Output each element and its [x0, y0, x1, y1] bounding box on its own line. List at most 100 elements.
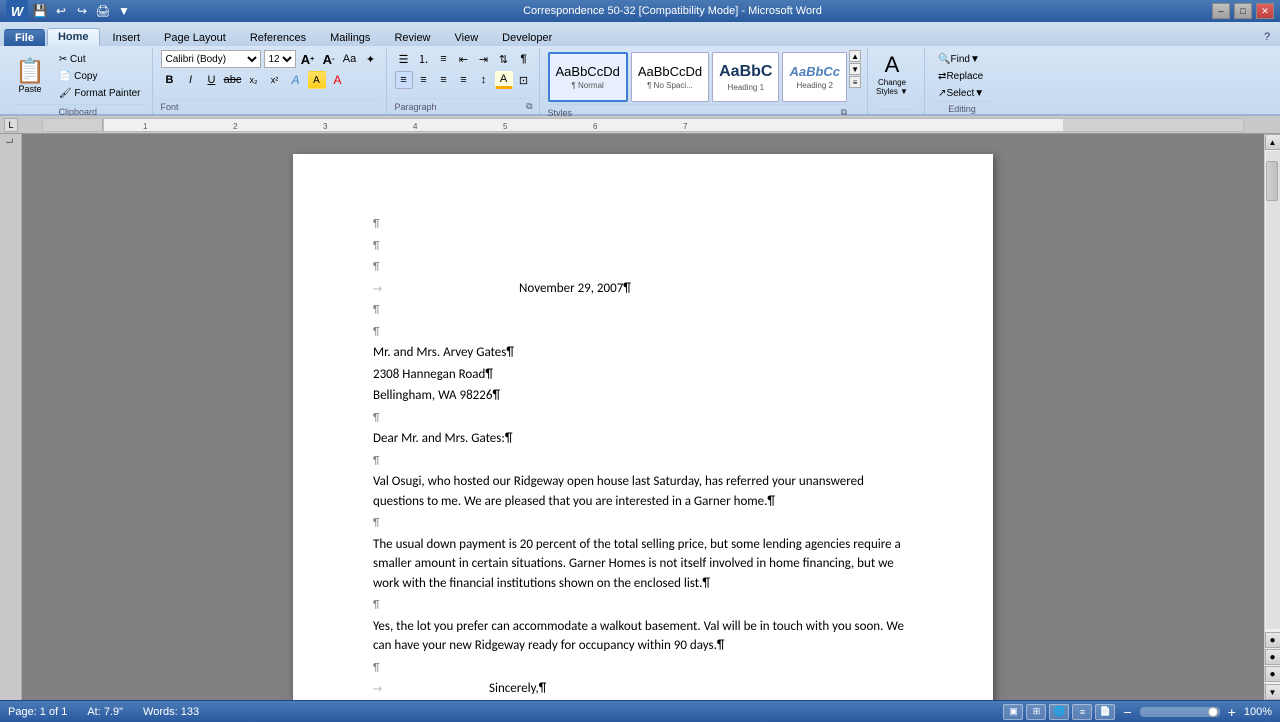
tab-developer[interactable]: Developer	[491, 29, 563, 46]
minimize-button[interactable]: –	[1212, 3, 1230, 19]
address-line-1[interactable]: Mr. and Mrs. Arvey Gates¶	[373, 343, 913, 363]
styles-scroll-up[interactable]: ▲	[849, 50, 861, 62]
closing-line[interactable]: → Sincerely,¶	[373, 679, 913, 699]
zoom-minus[interactable]: −	[1123, 704, 1131, 720]
body-para-1[interactable]: Val Osugi, who hosted our Ridgeway open …	[373, 472, 913, 511]
scroll-down-arrow[interactable]: ▼	[1265, 684, 1280, 700]
window-controls[interactable]: – □ ✕	[1212, 3, 1274, 19]
show-hide-marks-button[interactable]: ¶	[515, 50, 533, 68]
zoom-plus[interactable]: +	[1228, 704, 1236, 720]
zoom-slider[interactable]	[1140, 707, 1220, 717]
select-button[interactable]: ↗ Select ▼	[933, 86, 989, 101]
text-effects-button[interactable]: A	[287, 71, 305, 89]
superscript-button[interactable]: x²	[266, 71, 284, 89]
tab-home[interactable]: Home	[47, 28, 100, 46]
scroll-up-arrow[interactable]: ▲	[1265, 134, 1280, 150]
font-name-select[interactable]: Calibri (Body)	[161, 50, 261, 68]
styles-more[interactable]: ≡	[849, 76, 861, 88]
copy-button[interactable]: 📄 Copy	[54, 69, 146, 84]
scroll-thumb[interactable]	[1266, 161, 1278, 201]
document-scroll-area[interactable]: ¶ ¶ ¶ → November 29, 2007¶ ¶ ¶ Mr. and M…	[22, 134, 1264, 700]
page-up-button[interactable]: ●	[1265, 632, 1280, 648]
redo-button[interactable]: ↪	[73, 2, 91, 20]
paragraph-dialog-launcher[interactable]: ⧉	[526, 101, 532, 112]
print-button[interactable]: 🖨	[94, 2, 112, 20]
address-line-2[interactable]: 2308 Hannegan Road¶	[373, 365, 913, 385]
tab-file[interactable]: File	[4, 29, 45, 46]
increase-indent-button[interactable]: ⇥	[475, 50, 493, 68]
bullets-button[interactable]: ☰	[395, 50, 413, 68]
scroll-track[interactable]	[1266, 151, 1280, 629]
find-button[interactable]: 🔍 Find ▼	[933, 52, 989, 67]
undo-button[interactable]: ↩	[52, 2, 70, 20]
help-button[interactable]: ?	[1258, 28, 1276, 46]
document-page[interactable]: ¶ ¶ ¶ → November 29, 2007¶ ¶ ¶ Mr. and M…	[293, 154, 993, 700]
ruler-toggle[interactable]: L	[4, 118, 18, 132]
styles-scroll-down[interactable]: ▼	[849, 63, 861, 75]
style-no-spacing[interactable]: AaBbCcDd ¶ No Spaci...	[631, 52, 709, 102]
tab-references[interactable]: References	[239, 29, 317, 46]
justify-button[interactable]: ≡	[455, 71, 473, 89]
quick-access-toolbar[interactable]: W 💾 ↩ ↪ 🖨 ▼	[6, 0, 133, 22]
font-color-button[interactable]: A	[329, 71, 347, 89]
align-center-button[interactable]: ≡	[415, 71, 433, 89]
change-case-button[interactable]: Aa	[341, 50, 359, 68]
style-heading1[interactable]: AaBbC Heading 1	[712, 52, 779, 102]
line-spacing-button[interactable]: ↕	[475, 71, 493, 89]
tab-mailings[interactable]: Mailings	[319, 29, 381, 46]
print-layout-view[interactable]: ▣	[1003, 704, 1023, 720]
word-count[interactable]: Words: 133	[143, 706, 199, 718]
save-button[interactable]: 💾	[31, 2, 49, 20]
align-right-button[interactable]: ≡	[435, 71, 453, 89]
paste-button[interactable]: 📋 Paste	[10, 50, 50, 104]
tab-view[interactable]: View	[444, 29, 490, 46]
change-styles-button[interactable]: ChangeStyles ▼	[876, 78, 908, 96]
sort-button[interactable]: ⇅	[495, 50, 513, 68]
address-line-3[interactable]: Bellingham, WA 98226¶	[373, 386, 913, 406]
subscript-button[interactable]: x₂	[245, 71, 263, 89]
close-button[interactable]: ✕	[1256, 3, 1274, 19]
tab-insert[interactable]: Insert	[102, 29, 152, 46]
body-para-2[interactable]: The usual down payment is 20 percent of …	[373, 535, 913, 594]
change-styles-icon[interactable]: A	[885, 52, 900, 78]
numbering-button[interactable]: ⒈	[415, 50, 433, 68]
date-line[interactable]: → November 29, 2007¶	[373, 279, 913, 299]
borders-button[interactable]: ⊡	[515, 71, 533, 89]
zoom-level[interactable]: 100%	[1244, 706, 1272, 718]
align-left-button[interactable]: ≡	[395, 71, 413, 89]
zoom-thumb[interactable]	[1208, 707, 1218, 717]
tab-review[interactable]: Review	[383, 29, 441, 46]
multilevel-list-button[interactable]: ≡	[435, 50, 453, 68]
cut-button[interactable]: ✂ Cut	[54, 52, 146, 67]
clear-formatting-button[interactable]: ✦	[362, 50, 380, 68]
full-screen-view[interactable]: ⊞	[1026, 704, 1046, 720]
body-para-3[interactable]: Yes, the lot you prefer can accommodate …	[373, 617, 913, 656]
qat-dropdown[interactable]: ▼	[115, 2, 133, 20]
ribbon-tab-bar[interactable]: File Home Insert Page Layout References …	[0, 22, 1280, 46]
salutation-line[interactable]: Dear Mr. and Mrs. Gates:¶	[373, 429, 913, 449]
outline-view[interactable]: ≡	[1072, 704, 1092, 720]
shading-button[interactable]: A	[495, 71, 513, 89]
font-size-select[interactable]: 12	[264, 50, 296, 68]
maximize-button[interactable]: □	[1234, 3, 1252, 19]
bold-button[interactable]: B	[161, 71, 179, 89]
decrease-indent-button[interactable]: ⇤	[455, 50, 473, 68]
scrollbar-vertical[interactable]: ▲ ● ● ● ▼	[1264, 134, 1280, 700]
style-heading2[interactable]: AaBbCc Heading 2	[782, 52, 847, 102]
italic-button[interactable]: I	[182, 71, 200, 89]
styles-scroll-buttons[interactable]: ▲ ▼ ≡	[849, 50, 861, 88]
increase-font-button[interactable]: A+	[299, 50, 317, 68]
style-normal[interactable]: AaBbCcDd ¶ Normal	[548, 52, 628, 102]
underline-button[interactable]: U	[203, 71, 221, 89]
replace-button[interactable]: ⇄ Replace	[933, 69, 989, 84]
text-highlight-button[interactable]: A	[308, 71, 326, 89]
strikethrough-button[interactable]: abc	[224, 71, 242, 89]
select-browse-object[interactable]: ●	[1265, 649, 1280, 665]
page-down-button[interactable]: ●	[1265, 666, 1280, 682]
draft-view[interactable]: 📄	[1095, 704, 1115, 720]
web-layout-view[interactable]: 🌐	[1049, 704, 1069, 720]
decrease-font-button[interactable]: A-	[320, 50, 338, 68]
tab-page-layout[interactable]: Page Layout	[153, 29, 237, 46]
view-buttons[interactable]: ▣ ⊞ 🌐 ≡ 📄	[1003, 704, 1115, 720]
format-painter-button[interactable]: 🖌 Format Painter	[54, 86, 146, 101]
